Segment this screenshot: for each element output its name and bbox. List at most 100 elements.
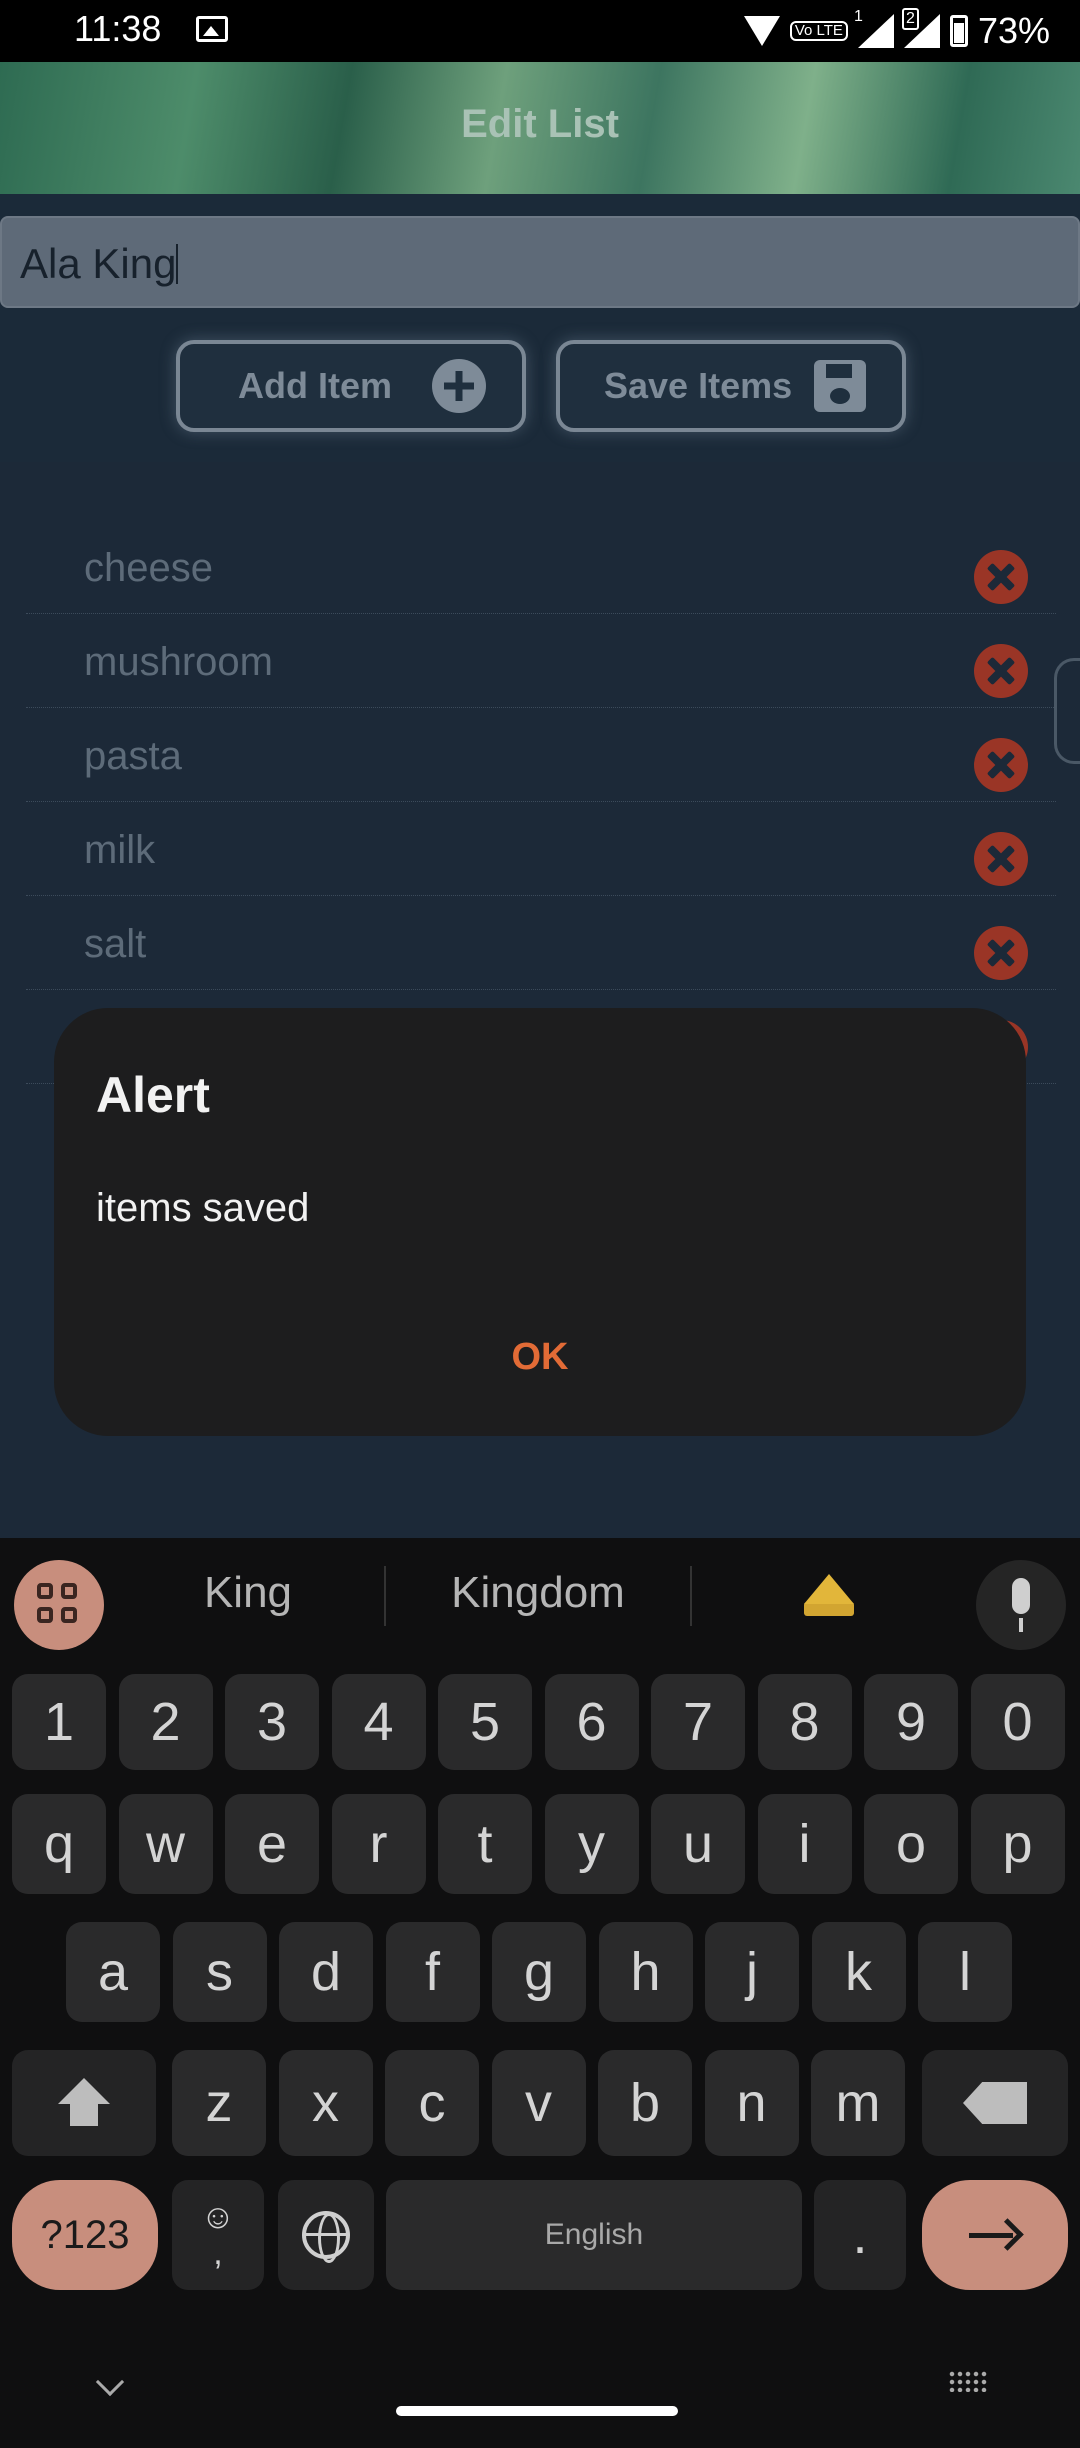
list-item: cheese <box>26 520 1056 614</box>
number-key[interactable]: 0 <box>970 1674 1065 1770</box>
suggestion-divider <box>384 1566 386 1626</box>
letter-key[interactable]: o <box>864 1794 958 1894</box>
text-caret <box>176 244 179 284</box>
number-key[interactable]: 6 <box>544 1674 639 1770</box>
letter-key[interactable]: y <box>544 1794 639 1894</box>
period-key[interactable]: . <box>814 2180 906 2290</box>
letter-key[interactable]: z <box>172 2050 266 2156</box>
list-name-value: Ala King <box>20 240 177 287</box>
number-key[interactable]: 1 <box>12 1674 106 1770</box>
keyboard-switch-icon[interactable] <box>948 2370 988 2392</box>
dialog-title: Alert <box>96 1067 210 1123</box>
delete-icon[interactable] <box>974 926 1028 980</box>
number-key[interactable]: 7 <box>651 1674 745 1770</box>
letter-key[interactable]: w <box>118 1794 213 1894</box>
list-item-label: salt <box>84 922 147 966</box>
wifi-icon <box>743 16 780 46</box>
list-item-label: milk <box>84 828 156 872</box>
delete-icon[interactable] <box>974 550 1028 604</box>
home-gesture-bar[interactable] <box>396 2406 678 2416</box>
backspace-key[interactable] <box>922 2050 1068 2156</box>
floppy-disk-icon <box>814 360 866 412</box>
app-header: Edit List <box>0 62 1080 194</box>
delete-icon[interactable] <box>974 644 1028 698</box>
letter-key[interactable]: r <box>331 1794 426 1894</box>
screen: 11:38 Vo LTE 1 2 73% Edit List Ala King … <box>0 0 1080 2448</box>
number-key[interactable]: 9 <box>864 1674 958 1770</box>
language-key[interactable] <box>278 2180 374 2290</box>
apps-grid-icon[interactable] <box>14 1560 104 1650</box>
letter-key[interactable]: a <box>66 1922 160 2022</box>
add-item-label: Add Item <box>238 365 393 406</box>
list-item: milk <box>26 802 1056 896</box>
list-item: mushroom <box>26 614 1056 708</box>
save-items-button[interactable]: Save Items <box>556 340 906 432</box>
enter-key[interactable] <box>922 2180 1068 2290</box>
number-key[interactable]: 8 <box>757 1674 852 1770</box>
letter-key[interactable]: q <box>12 1794 106 1894</box>
letter-key[interactable]: k <box>811 1922 906 2022</box>
letter-key[interactable]: j <box>705 1922 799 2022</box>
status-bar: 11:38 Vo LTE 1 2 73% <box>0 0 1080 62</box>
list-item-label: cheese <box>84 546 213 590</box>
space-key[interactable]: English <box>386 2180 802 2290</box>
microphone-icon[interactable] <box>976 1560 1066 1650</box>
volte-icon: Vo LTE <box>789 21 848 41</box>
letter-key[interactable]: n <box>704 2050 799 2156</box>
shift-icon <box>56 2078 112 2128</box>
globe-icon <box>302 2211 350 2263</box>
save-items-label: Save Items <box>604 365 793 406</box>
list-item-label: mushroom <box>84 640 273 684</box>
arrow-right-icon <box>969 2220 1021 2250</box>
letter-key[interactable]: x <box>278 2050 373 2156</box>
letter-key[interactable]: t <box>438 1794 532 1894</box>
crown-icon[interactable] <box>800 1568 858 1616</box>
letter-key[interactable]: u <box>651 1794 745 1894</box>
letter-key[interactable]: v <box>491 2050 586 2156</box>
symbols-key[interactable]: ?123 <box>12 2180 158 2290</box>
battery-icon <box>949 15 968 47</box>
number-key[interactable]: 4 <box>331 1674 426 1770</box>
letter-key[interactable]: l <box>918 1922 1012 2022</box>
soft-keyboard: King Kingdom 1234567890 qwertyuiop asdfghj… <box>0 1538 1080 2448</box>
letter-key[interactable]: f <box>385 1922 480 2022</box>
number-key[interactable]: 2 <box>118 1674 213 1770</box>
letter-key[interactable]: i <box>757 1794 852 1894</box>
scroll-handle[interactable] <box>1054 658 1080 764</box>
edit-panel: Ala King Add Item Save Items <box>0 194 1080 462</box>
backspace-icon <box>963 2082 1027 2124</box>
status-time: 11:38 <box>74 8 162 49</box>
letter-key[interactable]: d <box>279 1922 373 2022</box>
list-name-input[interactable]: Ala King <box>0 216 1080 308</box>
battery-percent: 73% <box>977 10 1050 51</box>
letter-key[interactable]: b <box>598 2050 692 2156</box>
letter-key[interactable]: c <box>385 2050 479 2156</box>
suggestion-divider <box>690 1566 692 1626</box>
ok-button[interactable]: OK <box>54 1336 1026 1379</box>
dialog-message: items saved <box>96 1186 310 1230</box>
number-key[interactable]: 3 <box>225 1674 319 1770</box>
list-item: pasta <box>26 708 1056 802</box>
delete-icon[interactable] <box>974 738 1028 792</box>
letter-key[interactable]: g <box>492 1922 586 2022</box>
suggestion-1[interactable]: King <box>148 1568 348 1618</box>
letter-key[interactable]: e <box>225 1794 319 1894</box>
emoji-comma-key[interactable]: ☺ , <box>172 2180 264 2290</box>
letter-key[interactable]: s <box>172 1922 267 2022</box>
signal-sim1-icon: 1 <box>854 8 894 48</box>
list-item: salt <box>26 896 1056 990</box>
shift-key[interactable] <box>12 2050 156 2156</box>
number-key[interactable]: 5 <box>438 1674 532 1770</box>
plus-circle-icon <box>432 359 486 413</box>
letter-key[interactable]: p <box>970 1794 1065 1894</box>
signal-sim2-icon: 2 <box>901 8 940 48</box>
add-item-button[interactable]: Add Item <box>176 340 526 432</box>
gallery-notification-icon <box>196 16 228 42</box>
letter-key[interactable]: h <box>598 1922 693 2022</box>
list-item-label: pasta <box>84 734 182 778</box>
delete-icon[interactable] <box>974 832 1028 886</box>
suggestion-strip: King Kingdom <box>0 1538 1080 1656</box>
page-title: Edit List <box>461 102 619 146</box>
suggestion-2[interactable]: Kingdom <box>408 1568 668 1618</box>
letter-key[interactable]: m <box>811 2050 905 2156</box>
